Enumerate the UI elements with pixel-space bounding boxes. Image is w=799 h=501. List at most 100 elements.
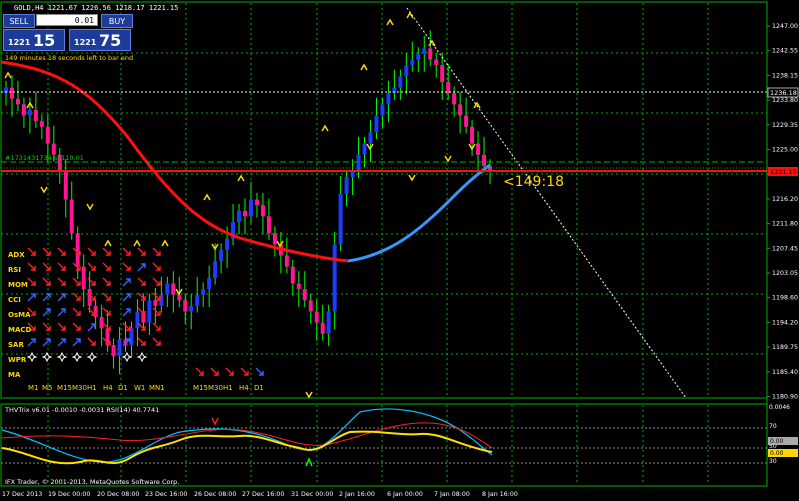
candle-body: [356, 154, 361, 172]
candle-body: [410, 59, 415, 66]
candle-body: [260, 205, 265, 217]
candle-body: [332, 244, 337, 312]
subwindow-label: THVTrix v6.01 -0.0010 -0.0031 RSI(14) 40…: [4, 406, 159, 414]
ask-price-small: 1221: [74, 38, 97, 47]
candle-body: [81, 266, 86, 290]
candle-body: [87, 289, 92, 306]
indicator-name: MA: [8, 371, 21, 379]
candle-body: [266, 216, 271, 234]
price-tick-label: 1233.80: [772, 97, 798, 104]
candle-body: [9, 87, 14, 99]
candle-body: [165, 283, 170, 295]
candle-body: [201, 289, 206, 295]
candle-body: [153, 300, 158, 306]
candle-body: [237, 210, 242, 222]
candle-body: [338, 193, 343, 245]
chart-canvas[interactable]: 1247.00 1242.55 1238.15 1233.80 1229.35 1225.…: [0, 0, 799, 501]
timeframe-label: MN1: [149, 384, 165, 392]
ask-price-box[interactable]: 1221 75: [69, 29, 131, 51]
price-tick-label: 1180.90: [772, 394, 798, 401]
candle-body: [69, 199, 74, 234]
candle-body: [482, 154, 487, 166]
candle-body: [362, 143, 367, 155]
osc-tag-1-text: 0.00: [770, 438, 784, 445]
candle-body: [284, 255, 289, 267]
countdown-label: <149:18: [503, 174, 564, 190]
candle-body: [386, 93, 391, 105]
price-tick-label: 1211.80: [772, 221, 798, 228]
time-tick-label: 27 Dec 16:00: [242, 491, 284, 498]
candle-body: [27, 109, 32, 116]
candle-body: [344, 177, 349, 194]
timeframe-label: M15: [193, 384, 208, 392]
copyright-footer: IFX Trader, © 2001-2013, MetaQuotes Soft…: [5, 478, 179, 486]
indicator-name: MACD: [8, 326, 32, 334]
bar-timer: 149 minutes 18 seconds left to bar end: [5, 54, 133, 62]
price-tick-label: 1189.75: [772, 344, 798, 351]
timeframe-label: D1: [254, 384, 264, 392]
timeframe-label: H1: [87, 384, 97, 392]
sell-button[interactable]: SELL: [3, 14, 35, 28]
candle-body: [350, 171, 355, 178]
candle-body: [464, 115, 469, 127]
timeframe-label: W1: [134, 384, 145, 392]
price-tick-label: 1247.00: [772, 23, 798, 30]
time-tick-label: 2 Jan 16:00: [339, 491, 375, 498]
candle-body: [177, 294, 182, 301]
candle-body: [434, 59, 439, 66]
osc-tick-label: 70: [769, 423, 777, 430]
indicator-name: ADX: [8, 251, 25, 259]
timeframe-label: H1: [223, 384, 233, 392]
price-tick-label: 1185.40: [772, 369, 798, 376]
candle-body: [326, 311, 331, 334]
buy-button[interactable]: BUY: [101, 14, 133, 28]
candle-body: [416, 53, 421, 60]
candle-body: [476, 143, 481, 155]
indicator-name: CCI: [8, 296, 21, 304]
candle-body: [308, 300, 313, 312]
timeframe-label: H4: [239, 384, 249, 392]
osc-tag-2-text: 0.00: [770, 450, 784, 457]
candle-body: [254, 199, 259, 206]
bid-price-big: 15: [33, 31, 56, 50]
time-axis: 17 Dec 2013 19 Dec 00:00 20 Dec 08:00 23 De…: [2, 491, 518, 498]
candle-body: [225, 238, 230, 250]
candle-body: [374, 115, 379, 133]
candle-body: [75, 233, 80, 267]
indicator-name: RSI: [8, 266, 21, 274]
lot-size-field[interactable]: 0.01: [36, 14, 98, 26]
candle-body: [147, 300, 152, 323]
candle-body: [111, 345, 116, 357]
candle-body: [398, 76, 403, 88]
price-tick-label: 1229.35: [772, 122, 798, 129]
candle-body: [368, 132, 373, 144]
price-tick-label: 1238.15: [772, 72, 798, 79]
time-tick-label: 19 Dec 00:00: [48, 491, 90, 498]
candle-body: [452, 93, 457, 105]
time-tick-label: 23 Dec 16:00: [145, 491, 187, 498]
one-click-trading-panel: SELL 0.01 BUY 1221 15 1221 75: [3, 13, 133, 53]
time-tick-label: 20 Dec 08:00: [97, 491, 139, 498]
price-tick-label: 1194.20: [772, 319, 798, 326]
current-price-text: 1221.15: [770, 168, 797, 176]
bid-price-box[interactable]: 1221 15: [3, 29, 65, 51]
price-tick-label: 1216.20: [772, 196, 798, 203]
indicator-name: SAR: [8, 341, 24, 349]
price-tick-label: 1207.45: [772, 245, 798, 252]
time-tick-label: 26 Dec 08:00: [194, 491, 236, 498]
timeframe-label: M30: [72, 384, 87, 392]
candle-body: [440, 65, 445, 82]
symbol-header: GOLD,H4 1221.67 1226.56 1218.17 1221.15: [14, 4, 178, 12]
candle-body: [470, 126, 475, 144]
candle-body: [21, 104, 26, 116]
indicator-name: MOM: [8, 281, 28, 289]
time-tick-label: 17 Dec 2013: [2, 491, 42, 498]
hline-price-text: 1236.18: [770, 89, 797, 97]
candle-body: [195, 294, 200, 306]
time-tick-label: 7 Jan 08:00: [434, 491, 470, 498]
timeframe-label: D1: [118, 384, 128, 392]
timeframe-label: M1: [28, 384, 39, 392]
timeframe-label: M30: [208, 384, 223, 392]
ask-price-big: 75: [99, 31, 122, 50]
candle-body: [189, 305, 194, 312]
